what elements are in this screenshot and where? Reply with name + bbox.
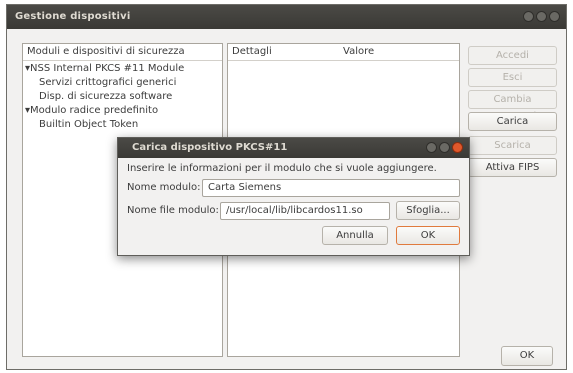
minimize-icon[interactable] xyxy=(426,142,437,153)
module-name-input[interactable]: Carta Siemens xyxy=(202,179,460,197)
tree-item-nss-module[interactable]: ▾NSS Internal PKCS #11 Module xyxy=(25,63,184,74)
ok-button[interactable]: OK xyxy=(501,346,553,366)
tree-item-builtin-token[interactable]: Builtin Object Token xyxy=(39,119,138,130)
close-icon[interactable] xyxy=(452,142,463,153)
scarica-button[interactable]: Scarica xyxy=(468,136,557,155)
maximize-icon[interactable] xyxy=(536,11,547,22)
minimize-icon[interactable] xyxy=(523,11,534,22)
browse-button[interactable]: Sfoglia... xyxy=(396,201,460,220)
tree-header[interactable]: Moduli e dispositivi di sicurezza xyxy=(23,44,222,61)
load-pkcs11-dialog: Carica dispositivo PKCS#11 Inserire le i… xyxy=(117,137,470,256)
window-title: Gestione dispositivi xyxy=(15,11,131,22)
change-password-button[interactable]: Cambia password xyxy=(468,90,557,122)
tree-item-generic-crypto[interactable]: Servizi crittografici generici xyxy=(39,77,176,88)
dialog-ok-button[interactable]: OK xyxy=(396,226,460,245)
dialog-info-text: Inserire le informazioni per il modulo c… xyxy=(127,163,437,174)
title-bar: Gestione dispositivi xyxy=(7,5,566,29)
tree-item-root-module[interactable]: ▾Modulo radice predefinito xyxy=(25,105,158,116)
attiva-fips-button[interactable]: Attiva FIPS xyxy=(468,158,557,177)
accedi-button[interactable]: Accedi xyxy=(468,46,557,65)
details-header: Dettagli Valore xyxy=(228,44,459,61)
tree-item-software-device[interactable]: Disp. di sicurezza software xyxy=(39,91,172,102)
details-column-header[interactable]: Dettagli xyxy=(232,44,272,60)
module-file-label: Nome file modulo: xyxy=(127,205,219,216)
module-name-label: Nome modulo: xyxy=(127,182,201,193)
carica-button[interactable]: Carica xyxy=(468,112,557,131)
module-file-input[interactable]: /usr/local/lib/libcardos11.so xyxy=(220,202,390,220)
maximize-icon[interactable] xyxy=(439,142,450,153)
esci-button[interactable]: Esci xyxy=(468,68,557,87)
cancel-button[interactable]: Annulla xyxy=(322,226,388,245)
close-icon[interactable] xyxy=(549,11,560,22)
dialog-title-bar: Carica dispositivo PKCS#11 xyxy=(118,138,469,158)
value-column-header[interactable]: Valore xyxy=(343,44,374,60)
dialog-window-controls xyxy=(426,142,463,153)
dialog-title: Carica dispositivo PKCS#11 xyxy=(132,142,288,153)
window-controls xyxy=(523,11,560,22)
